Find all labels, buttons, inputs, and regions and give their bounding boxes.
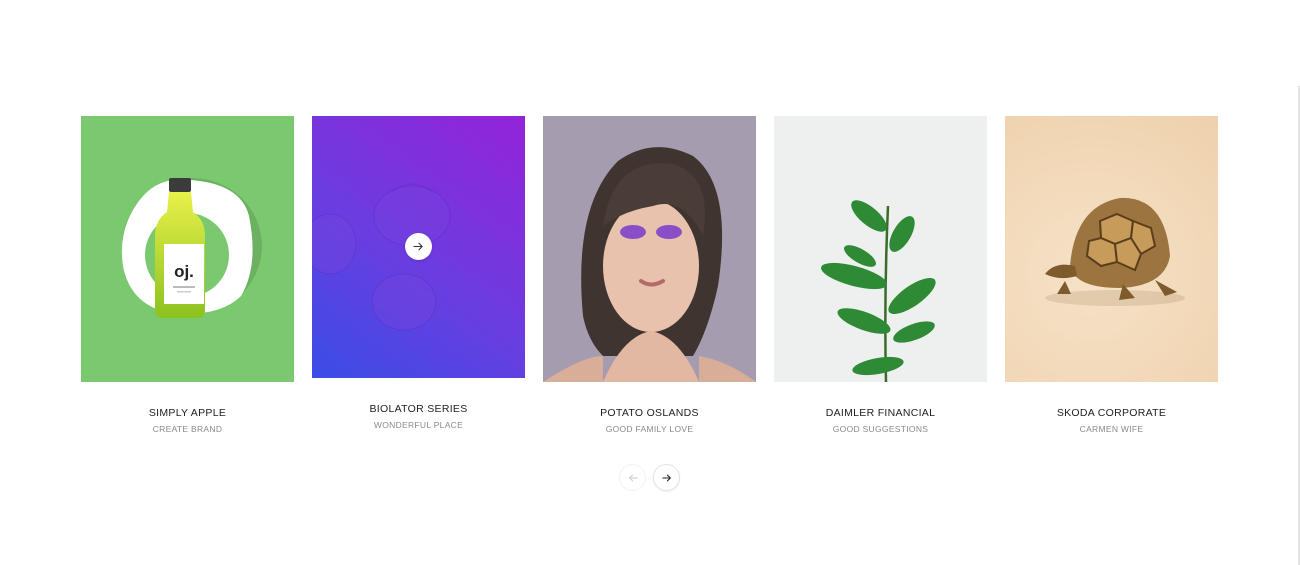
carousel-next-button[interactable] [653, 464, 680, 491]
view-project-button[interactable] [405, 233, 432, 260]
card-title[interactable]: SIMPLY APPLE [81, 407, 294, 420]
card-title[interactable]: BIOLATOR SERIES [312, 403, 525, 416]
card-image-pumpkins[interactable] [312, 116, 525, 378]
card-image-plant[interactable] [774, 116, 987, 382]
card-image-juice-bottle[interactable]: oj. [81, 116, 294, 382]
portfolio-card-biolator-series[interactable]: BIOLATOR SERIES WONDERFUL PLACE [312, 116, 525, 431]
card-subtitle: GOOD FAMILY LOVE [605, 424, 694, 434]
portfolio-card-potato-oslands[interactable]: POTATO OSLANDS GOOD FAMILY LOVE [543, 116, 756, 435]
arrow-left-icon [628, 474, 638, 481]
portfolio-card-simply-apple[interactable]: oj. SIMPLY APPLE CREATE BRAND [81, 116, 294, 435]
card-title[interactable]: POTATO OSLANDS [543, 407, 756, 420]
card-subtitle: CREATE BRAND [152, 424, 223, 434]
portrait-illustration [543, 147, 756, 382]
bottle-label: oj. [174, 262, 194, 281]
carousel-prev-button[interactable] [619, 464, 646, 491]
card-title[interactable]: SKODA CORPORATE [1005, 407, 1218, 420]
portfolio-card-daimler-financial[interactable]: DAIMLER FINANCIAL GOOD SUGGESTIONS [774, 116, 987, 435]
plant-illustration [821, 200, 936, 382]
card-subtitle: CARMEN WIFE [1079, 424, 1144, 434]
card-image-tortoise[interactable] [1005, 116, 1218, 382]
card-subtitle: GOOD SUGGESTIONS [832, 424, 929, 434]
card-subtitle: WONDERFUL PLACE [373, 420, 464, 430]
arrow-right-icon [661, 474, 671, 481]
arrow-right-icon [413, 242, 423, 251]
portfolio-card-skoda-corporate[interactable]: SKODA CORPORATE CARMEN WIFE [1005, 116, 1218, 435]
tortoise-illustration [1045, 197, 1185, 306]
juice-bottle-illustration: oj. [121, 178, 262, 318]
card-image-portrait[interactable] [543, 116, 756, 382]
card-title[interactable]: DAIMLER FINANCIAL [774, 407, 987, 420]
